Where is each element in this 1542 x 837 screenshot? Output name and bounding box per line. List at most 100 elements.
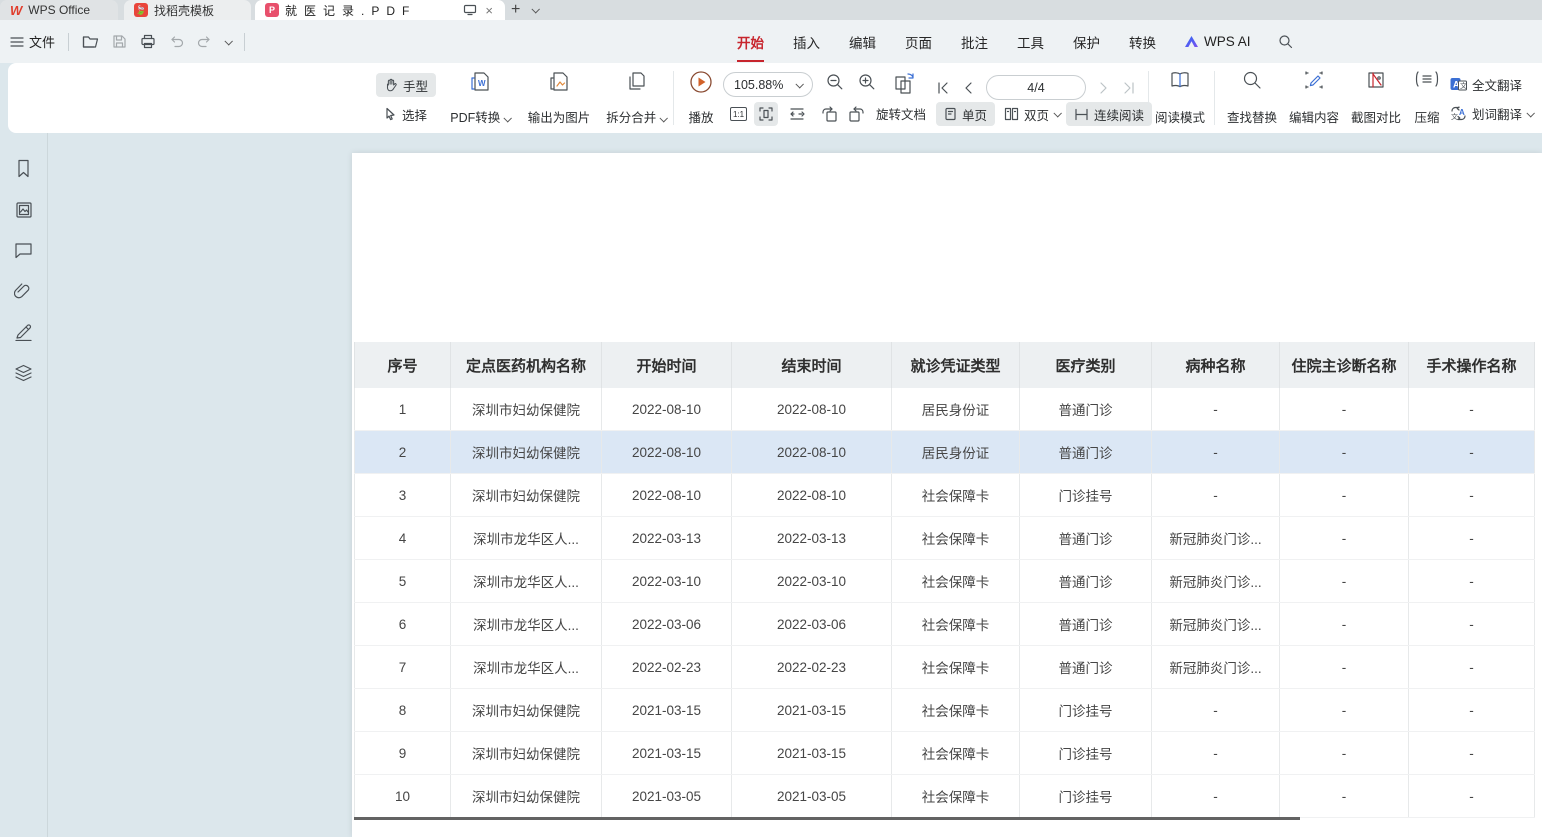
- thumbnails-icon[interactable]: [15, 201, 33, 219]
- table-row: 5深圳市龙华区人...2022-03-102022-03-10社会保障卡普通门诊…: [354, 560, 1535, 603]
- table-header-cell: 开始时间: [602, 342, 732, 388]
- signature-icon[interactable]: [14, 323, 33, 341]
- hand-tool-button[interactable]: 手型: [376, 73, 436, 97]
- tab-wps-home[interactable]: W WPS Office: [0, 0, 118, 20]
- export-image-icon: [548, 70, 570, 94]
- undo-icon[interactable]: [169, 35, 184, 49]
- table-cell: -: [1280, 603, 1409, 645]
- ribbon-tabs: 开始 插入 编辑 页面 批注 工具 保护 转换 WPS AI: [736, 20, 1293, 63]
- hand-icon: [384, 78, 398, 92]
- table-cell: -: [1409, 560, 1535, 602]
- tab-list-chevron-icon[interactable]: [526, 0, 544, 20]
- present-monitor-icon[interactable]: [463, 4, 477, 16]
- tab-edit[interactable]: 编辑: [848, 30, 877, 54]
- table-cell: -: [1152, 775, 1280, 817]
- actual-size-icon[interactable]: 1:1: [730, 107, 747, 121]
- rotate-pages-shortcut[interactable]: [892, 71, 918, 97]
- table-cell: 2021-03-05: [732, 775, 892, 817]
- table-cell: 6: [354, 603, 451, 645]
- table-cell: 深圳市龙华区人...: [451, 646, 602, 688]
- tab-tools[interactable]: 工具: [1016, 30, 1045, 54]
- zoom-level-value: 105.88%: [734, 78, 783, 92]
- next-page-icon[interactable]: [1098, 81, 1110, 95]
- page-indicator-box[interactable]: 4/4: [986, 75, 1086, 100]
- single-page-button[interactable]: 单页: [936, 102, 995, 126]
- rotate-doc-label[interactable]: 旋转文档: [876, 104, 926, 123]
- redo-icon[interactable]: [197, 35, 212, 49]
- file-menu-label: 文件: [29, 32, 55, 51]
- edit-content-button[interactable]: 编辑内容: [1284, 70, 1344, 126]
- table-cell: 居民身份证: [892, 388, 1020, 430]
- zoom-in-icon[interactable]: [858, 73, 876, 91]
- tab-docer-label: 找稻壳模板: [154, 2, 214, 19]
- find-replace-button[interactable]: 查找替换: [1222, 70, 1282, 126]
- fit-width-icon[interactable]: [785, 102, 809, 126]
- tab-home-ribbon[interactable]: 开始: [736, 30, 765, 54]
- file-menu-button[interactable]: 文件: [10, 32, 55, 51]
- table-horizontal-scrollbar[interactable]: [354, 817, 1300, 820]
- table-row: 8深圳市妇幼保健院2021-03-152021-03-15社会保障卡门诊挂号--…: [354, 689, 1535, 732]
- zoom-out-icon[interactable]: [826, 73, 844, 91]
- table-cell: 新冠肺炎门诊...: [1152, 603, 1280, 645]
- close-tab-icon[interactable]: ×: [483, 4, 495, 17]
- select-tool-button[interactable]: 选择: [376, 102, 435, 126]
- hand-tool-label: 手型: [403, 76, 428, 95]
- quickbar-chevron-icon[interactable]: [224, 37, 232, 45]
- save-icon[interactable]: [112, 34, 127, 49]
- tab-document-active[interactable]: P 就医记录.PDF ×: [255, 0, 505, 20]
- wps-ai-button[interactable]: WPS AI: [1184, 34, 1251, 49]
- table-cell: 门诊挂号: [1020, 775, 1152, 817]
- table-header-cell: 病种名称: [1152, 342, 1280, 388]
- bookmark-icon[interactable]: [15, 159, 32, 178]
- first-page-icon[interactable]: [936, 81, 950, 95]
- export-image-button[interactable]: 输出为图片: [520, 70, 598, 126]
- ribbon-separator-1: [673, 71, 674, 125]
- prev-page-icon[interactable]: [962, 81, 974, 95]
- tab-home-label: WPS Office: [28, 3, 90, 17]
- layers-icon[interactable]: [14, 364, 33, 382]
- table-row: 2深圳市妇幼保健院2022-08-102022-08-10居民身份证普通门诊--…: [354, 431, 1535, 474]
- play-icon: [689, 70, 713, 94]
- table-cell: -: [1280, 689, 1409, 731]
- full-translate-button[interactable]: A 文 全文翻译: [1450, 75, 1522, 94]
- table-cell: 2022-03-10: [602, 560, 732, 602]
- tab-protect[interactable]: 保护: [1072, 30, 1101, 54]
- pdf-convert-button[interactable]: W PDF转换: [440, 70, 520, 126]
- double-page-label: 双页: [1024, 105, 1049, 124]
- quickbar-separator-2: [244, 33, 245, 51]
- new-tab-button[interactable]: +: [505, 0, 526, 20]
- open-folder-icon[interactable]: [82, 34, 99, 49]
- attachment-icon[interactable]: [14, 282, 33, 300]
- tab-page[interactable]: 页面: [904, 30, 933, 54]
- split-merge-button[interactable]: 拆分合并: [598, 70, 674, 126]
- wps-logo-icon: W: [10, 3, 22, 18]
- reading-mode-button[interactable]: 阅读模式: [1152, 70, 1208, 126]
- word-translate-button[interactable]: A 文 划词翻译: [1450, 104, 1533, 123]
- table-cell: -: [1280, 388, 1409, 430]
- screenshot-compare-button[interactable]: 截图对比: [1346, 70, 1406, 126]
- table-cell: 社会保障卡: [892, 732, 1020, 774]
- continuous-read-icon: [1074, 108, 1089, 121]
- page-navigation: 4/4: [936, 75, 1136, 100]
- rotate-right-icon[interactable]: [848, 106, 866, 122]
- tab-annotate[interactable]: 批注: [960, 30, 989, 54]
- comment-icon[interactable]: [14, 242, 33, 259]
- last-page-icon[interactable]: [1122, 81, 1136, 95]
- zoom-buttons: [826, 73, 876, 91]
- table-cell: 3: [354, 474, 451, 516]
- wps-ai-logo-icon: [1184, 35, 1199, 48]
- fit-page-icon[interactable]: [754, 102, 778, 126]
- tab-convert[interactable]: 转换: [1128, 30, 1157, 54]
- continuous-read-button[interactable]: 连续阅读: [1066, 102, 1152, 126]
- compress-button[interactable]: 压缩: [1408, 70, 1446, 126]
- table-cell: -: [1409, 603, 1535, 645]
- play-button[interactable]: 播放: [680, 70, 722, 126]
- rotate-left-icon[interactable]: [820, 106, 838, 122]
- double-page-button[interactable]: 双页: [998, 102, 1066, 126]
- table-cell: 普通门诊: [1020, 388, 1152, 430]
- tab-docer-templates[interactable]: 🍃 找稻壳模板: [124, 0, 251, 20]
- search-icon[interactable]: [1278, 34, 1293, 49]
- tab-insert[interactable]: 插入: [792, 30, 821, 54]
- zoom-level-select[interactable]: 105.88%: [723, 72, 813, 97]
- print-icon[interactable]: [140, 34, 156, 49]
